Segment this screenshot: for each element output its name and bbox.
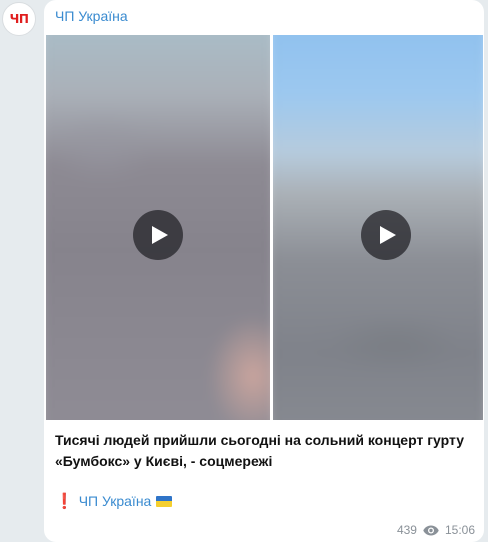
play-button[interactable] [361,210,411,260]
message-meta: 439 15:06 [397,523,475,537]
play-icon [152,226,168,244]
ukraine-flag-icon [156,495,173,507]
message-time: 15:06 [444,523,475,537]
view-count: 439 [396,523,417,537]
channel-avatar[interactable]: ЧП [2,2,36,36]
play-button[interactable] [133,210,183,260]
signature-link[interactable]: ❗ ЧП Україна [55,492,173,510]
video-thumbnail-2[interactable] [273,35,483,420]
signature-channel-link[interactable]: ЧП Україна [79,493,152,509]
eye-icon [423,525,439,535]
video-thumbnail-1[interactable] [46,35,272,420]
channel-name[interactable]: ЧП Україна [55,8,128,24]
play-icon [380,226,396,244]
message-bubble: ЧП Україна Тисячі людей прийшли сьогодні… [44,0,484,542]
avatar-text: ЧП [9,12,29,26]
exclamation-icon: ❗ [55,493,74,510]
message-text: Тисячі людей прийшли сьогодні на сольний… [55,432,464,469]
